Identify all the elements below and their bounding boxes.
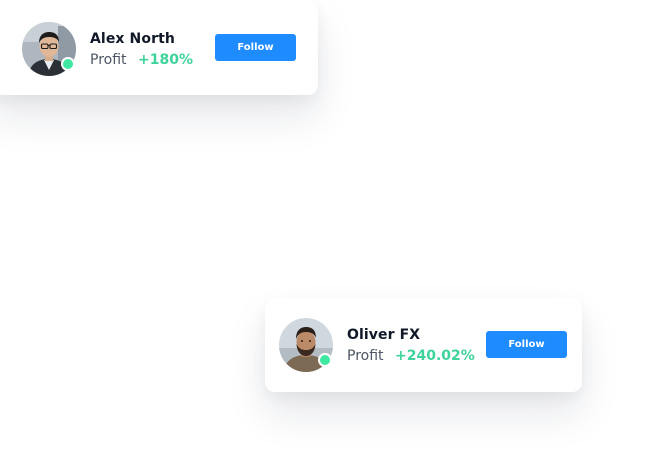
avatar-container bbox=[22, 22, 76, 76]
profit-value: +180% bbox=[137, 52, 193, 68]
trader-card: Alex North Profit +180% Follow bbox=[0, 0, 318, 95]
profit-label: Profit bbox=[90, 52, 127, 68]
page: Alex North Profit +180% Follow Oliver FX… bbox=[0, 0, 660, 459]
avatar-container bbox=[279, 318, 333, 372]
online-status-dot bbox=[318, 353, 332, 367]
profit-label: Profit bbox=[347, 348, 384, 364]
profit-row: Profit +180% bbox=[90, 52, 193, 68]
follow-button[interactable]: Follow bbox=[486, 331, 567, 358]
profit-value: +240.02% bbox=[394, 348, 475, 364]
follow-button[interactable]: Follow bbox=[215, 34, 296, 61]
trader-name: Alex North bbox=[90, 31, 175, 47]
online-status-dot bbox=[61, 57, 75, 71]
trader-name: Oliver FX bbox=[347, 327, 421, 343]
profit-row: Profit +240.02% bbox=[347, 348, 475, 364]
trader-card: Oliver FX Profit +240.02% Follow bbox=[265, 298, 582, 392]
